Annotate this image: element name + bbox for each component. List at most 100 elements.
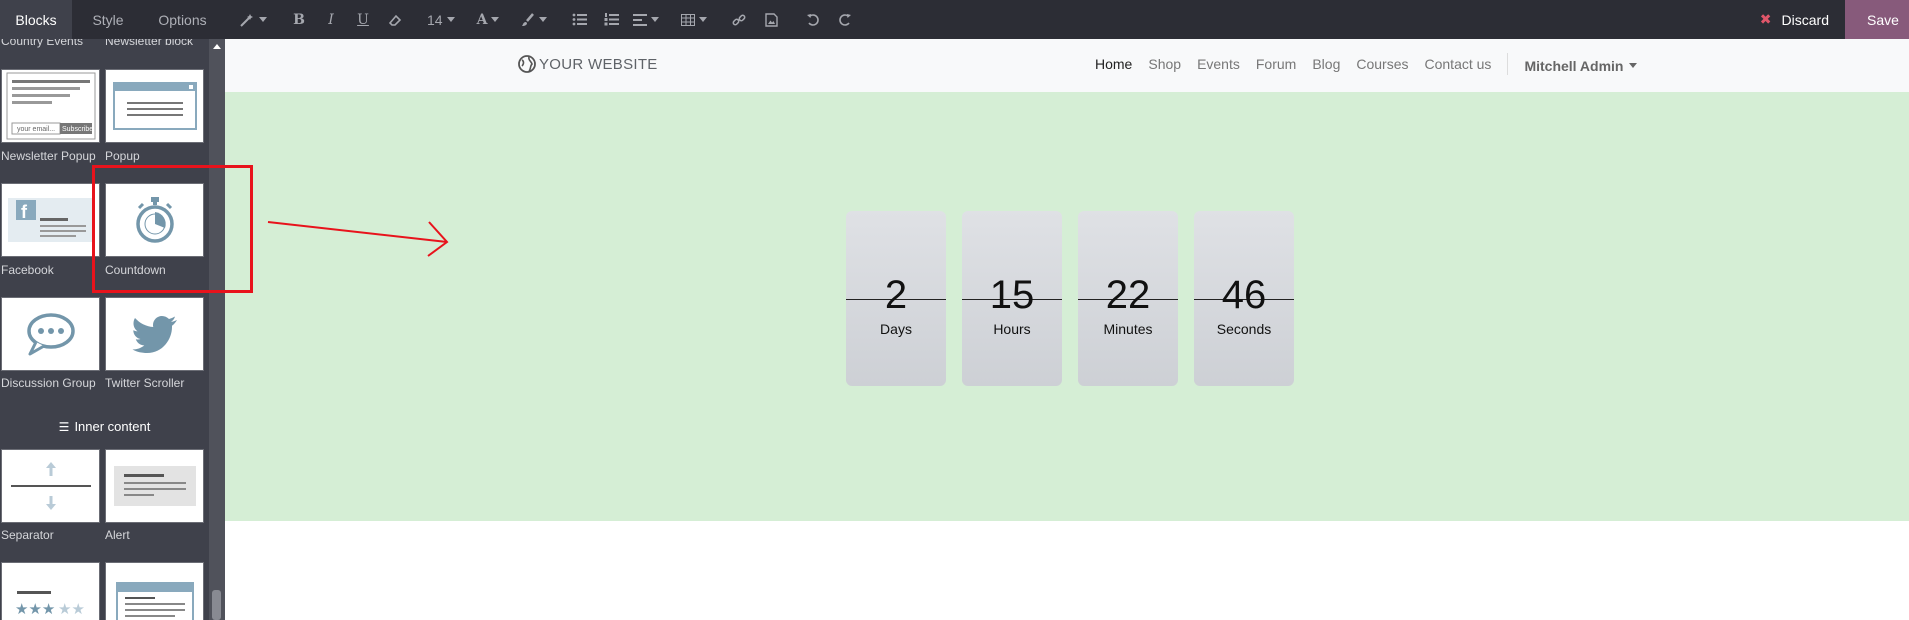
paintbrush-icon (522, 12, 535, 26)
eraser-icon (388, 14, 402, 26)
twitter-icon (132, 316, 177, 353)
separator-icon (10, 462, 91, 510)
magic-wand-icon (240, 13, 253, 27)
scroll-up-icon[interactable] (213, 44, 221, 49)
snippet-label: Twitter Scroller (105, 376, 185, 390)
snippet-alert[interactable] (105, 449, 204, 523)
tab-blocks[interactable]: Blocks (0, 0, 72, 39)
snippet-label: Separator (1, 528, 54, 542)
rating-stars-icon: ★★★ ★★ (15, 591, 85, 618)
bullet-list-icon (572, 13, 587, 26)
italic-icon: I (328, 11, 334, 28)
newsletter-placeholder: your email... (17, 126, 55, 133)
font-size-dropdown[interactable]: 14 (423, 0, 459, 39)
insert-image-button[interactable] (757, 0, 785, 39)
snippet-separator[interactable] (1, 449, 100, 523)
countdown-label: Minutes (1103, 321, 1153, 337)
highlight-box (92, 165, 253, 293)
snippet-label: Alert (105, 528, 130, 542)
font-size-value: 14 (427, 11, 443, 28)
font-color-icon: A (476, 11, 488, 28)
text-color-dropdown[interactable]: A (473, 0, 504, 39)
toolbar-actions: ✖ Discard Save (1746, 0, 1909, 39)
countdown-value: 22 (1105, 273, 1151, 317)
snippet-card[interactable] (105, 562, 204, 620)
popup-icon (112, 82, 197, 130)
background-color-dropdown[interactable] (517, 0, 551, 39)
menu-item-contact-us[interactable]: Contact us (1425, 56, 1492, 75)
undo-button[interactable] (799, 0, 827, 39)
countdown-hours: 15 Hours (962, 211, 1062, 386)
table-dropdown[interactable] (677, 0, 711, 39)
italic-button[interactable]: I (317, 0, 345, 39)
bullet-list-button[interactable] (565, 0, 593, 39)
svg-text:★★★: ★★★ (15, 600, 55, 618)
editor-app: Blocks Style Options B I U 14 A ✖ Discar… (0, 0, 1909, 620)
paragraph-align-dropdown[interactable] (629, 0, 663, 39)
bold-icon: B (293, 11, 305, 28)
menu-item-forum[interactable]: Forum (1256, 56, 1296, 75)
sidebar-scrollbar[interactable] (209, 39, 225, 620)
chevron-down-icon (539, 17, 548, 22)
logo-text: YOUR WEBSITE (539, 55, 658, 73)
website-menu: Home Shop Events Forum Blog Courses Cont… (1095, 53, 1638, 75)
snippet-facebook[interactable]: f (1, 183, 100, 257)
snippet-rating[interactable]: ★★★ ★★ (1, 562, 100, 620)
website-logo[interactable]: YOUR WEBSITE (518, 55, 658, 73)
menu-item-events[interactable]: Events (1197, 56, 1240, 75)
menu-divider (1507, 53, 1509, 75)
table-icon (681, 13, 696, 26)
bold-button[interactable]: B (285, 0, 313, 39)
tab-style[interactable]: Style (72, 0, 144, 39)
user-name: Mitchell Admin (1524, 57, 1624, 74)
indent-icon: ☰ (58, 420, 70, 434)
globe-icon (518, 55, 536, 73)
save-button[interactable]: Save (1845, 0, 1909, 39)
discard-button[interactable]: ✖ Discard (1746, 0, 1845, 39)
snippet-popup[interactable] (105, 69, 204, 143)
countdown-label: Seconds (1216, 321, 1272, 337)
section-title-label: Inner content (74, 419, 151, 434)
chevron-down-icon (651, 17, 660, 22)
website-preview: YOUR WEBSITE Home Shop Events Forum Blog… (225, 39, 1909, 620)
countdown-value: 15 (989, 273, 1035, 317)
underline-icon: U (357, 11, 369, 28)
numbered-list-icon (604, 13, 619, 26)
snippets-panel: Country Events Newsletter block your ema… (0, 39, 225, 620)
website-navbar: YOUR WEBSITE Home Shop Events Forum Blog… (225, 39, 1909, 92)
panel-tabs: Blocks Style Options (0, 0, 221, 39)
countdown-value: 2 (884, 273, 908, 317)
scrollbar-thumb[interactable] (212, 590, 221, 620)
snippet-label: Newsletter Popup (1, 149, 96, 163)
alert-icon (113, 466, 196, 506)
numbered-list-button[interactable] (597, 0, 625, 39)
snippet-twitter-scroller[interactable] (105, 297, 204, 371)
snippet-discussion-group[interactable] (1, 297, 100, 371)
countdown-label: Hours (993, 321, 1031, 337)
image-file-icon (765, 12, 778, 27)
link-button[interactable] (725, 0, 753, 39)
magic-wand-dropdown[interactable] (235, 0, 271, 39)
redo-button[interactable] (831, 0, 859, 39)
eraser-button[interactable] (381, 0, 409, 39)
section-title-inner-content: ☰ Inner content (0, 419, 209, 434)
countdown-seconds: 46 Seconds (1194, 211, 1294, 386)
card-icon (115, 582, 194, 620)
menu-item-blog[interactable]: Blog (1312, 56, 1340, 75)
user-menu[interactable]: Mitchell Admin (1524, 56, 1638, 75)
menu-item-courses[interactable]: Courses (1356, 56, 1408, 75)
chevron-down-icon (699, 17, 708, 22)
tab-options[interactable]: Options (144, 0, 221, 39)
undo-icon (807, 13, 820, 26)
discard-label: Discard (1781, 11, 1829, 28)
underline-button[interactable]: U (349, 0, 377, 39)
chevron-down-icon (259, 17, 267, 22)
snippet-newsletter-popup[interactable]: your email... Subscribe (1, 69, 100, 143)
svg-text:★★: ★★ (58, 600, 85, 618)
menu-item-shop[interactable]: Shop (1148, 56, 1181, 75)
countdown-section[interactable]: 2 Days 15 Hours 22 Minutes 46 Seconds (225, 92, 1909, 521)
chat-bubble-icon (26, 313, 75, 356)
countdown-minutes: 22 Minutes (1078, 211, 1178, 386)
menu-item-home[interactable]: Home (1095, 56, 1132, 75)
facebook-icon: f (7, 198, 94, 242)
